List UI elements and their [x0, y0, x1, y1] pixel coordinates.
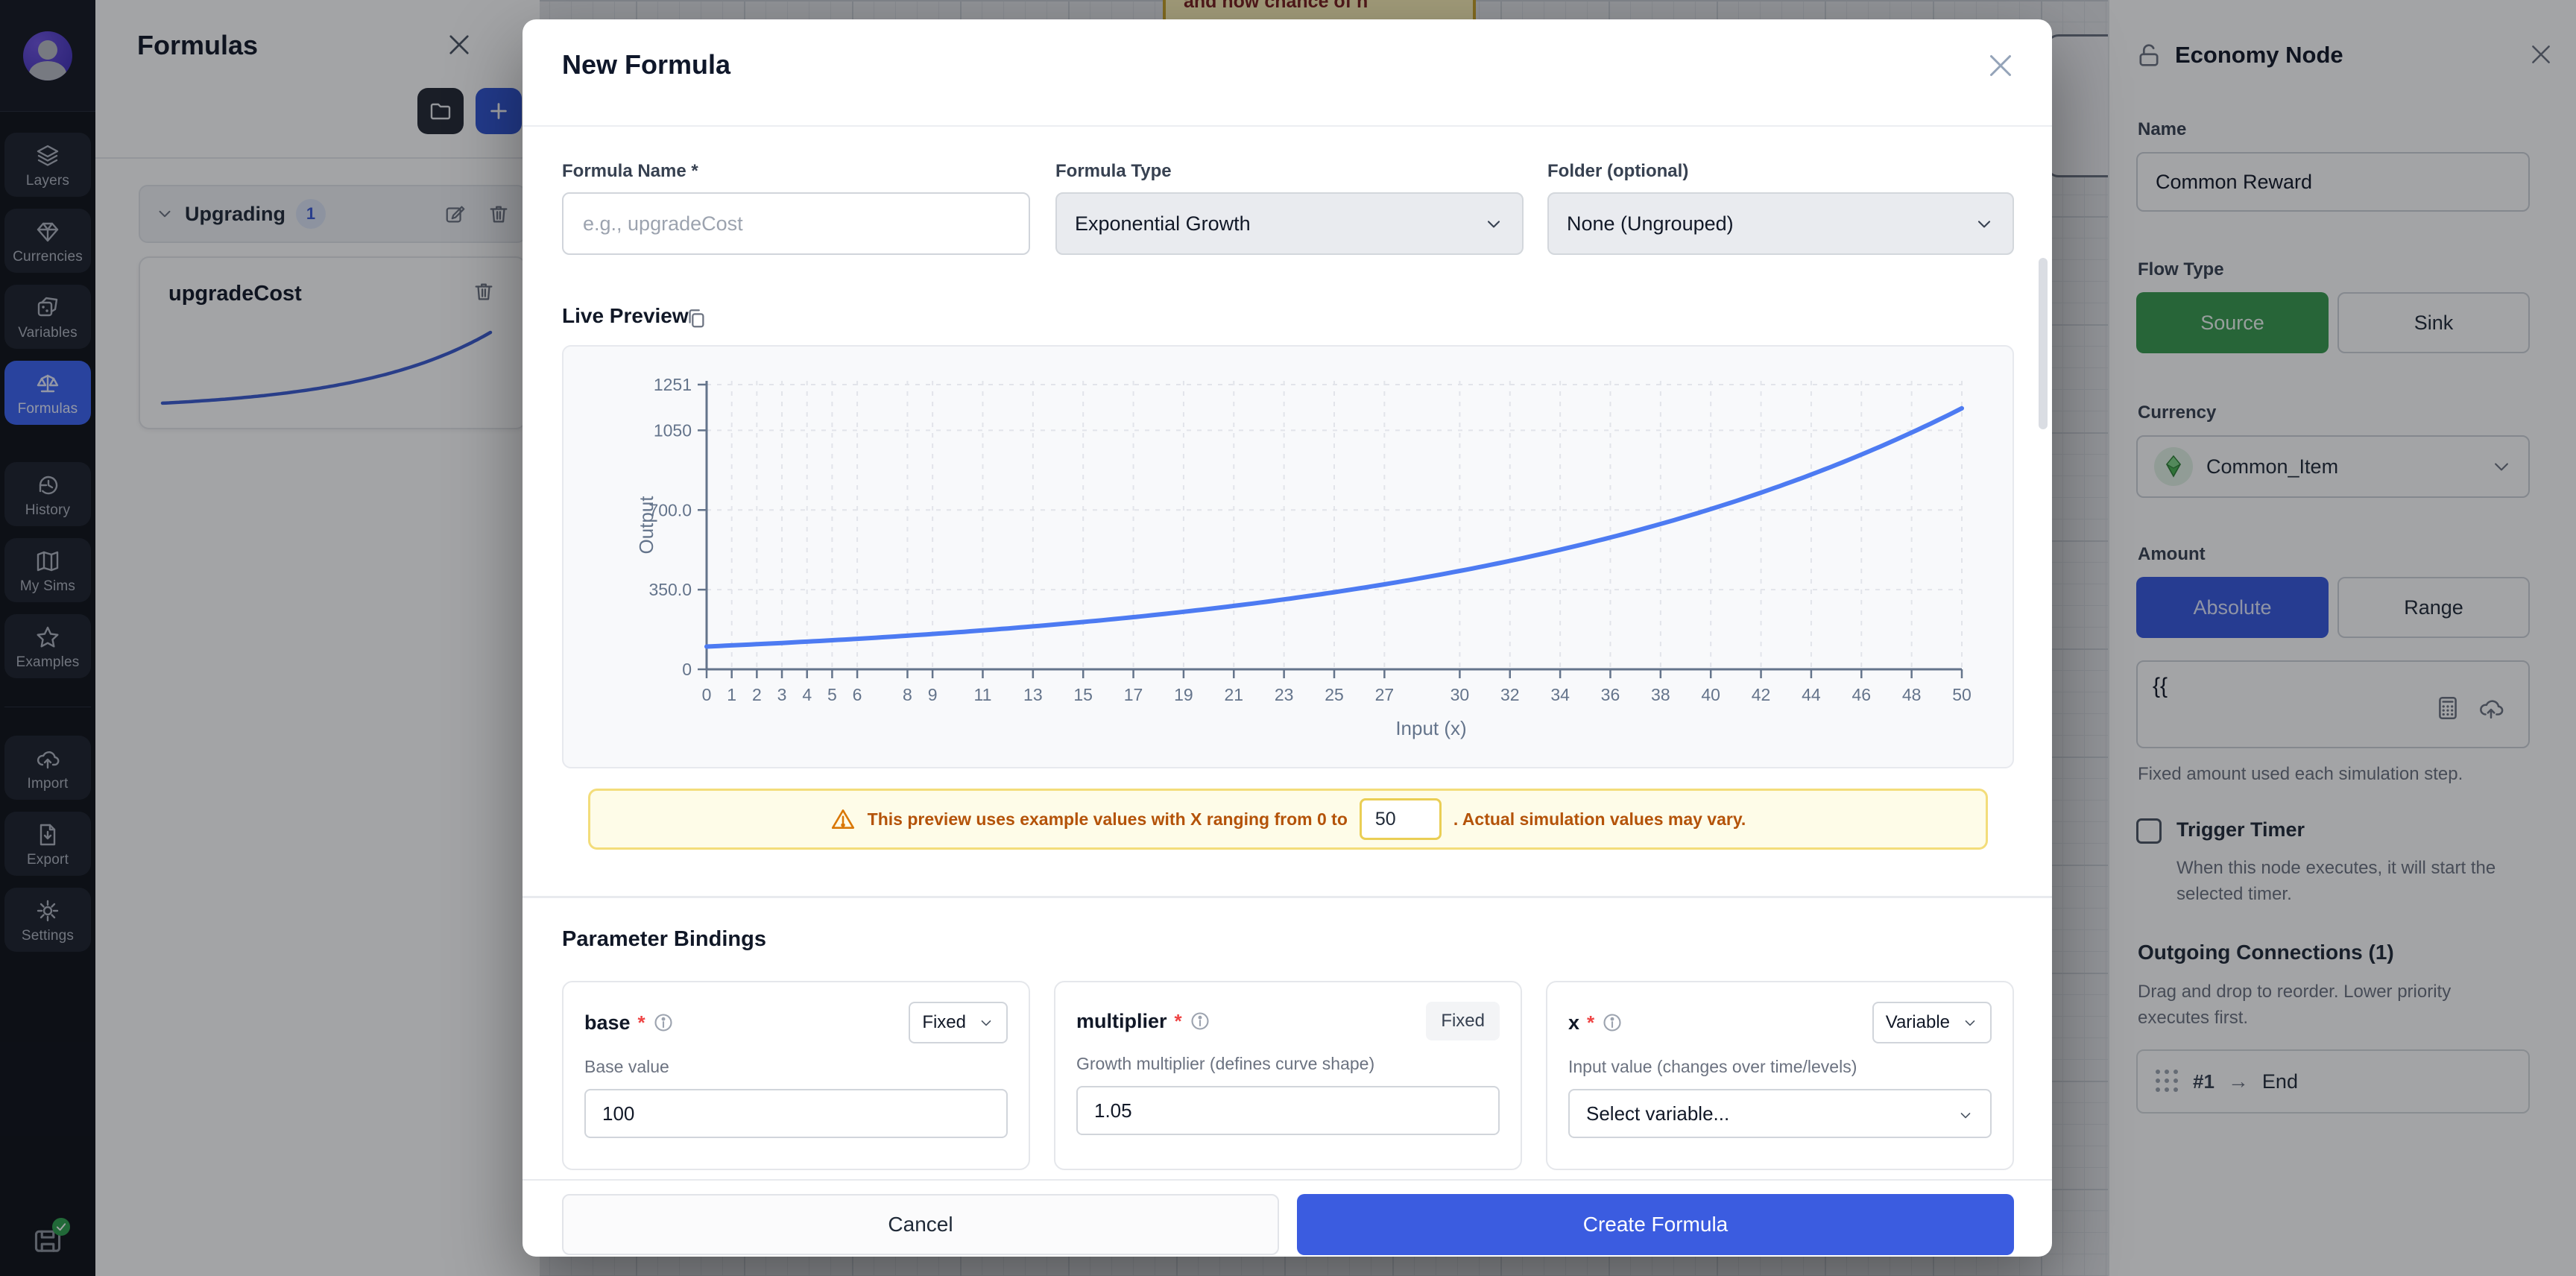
- svg-text:350.0: 350.0: [648, 580, 692, 599]
- copy-icon[interactable]: [685, 307, 707, 329]
- svg-text:34: 34: [1550, 685, 1570, 704]
- param-card-x: x * Variable Input value (changes over t…: [1546, 981, 2014, 1170]
- formula-name-label: Formula Name *: [562, 161, 698, 182]
- svg-text:9: 9: [928, 685, 938, 704]
- param-description: Input value (changes over time/levels): [1568, 1057, 1992, 1077]
- svg-text:13: 13: [1023, 685, 1043, 704]
- svg-text:21: 21: [1224, 685, 1243, 704]
- param-value-input[interactable]: 1.05: [1076, 1086, 1500, 1135]
- formula-name-input[interactable]: e.g., upgradeCost: [562, 192, 1030, 255]
- svg-text:2: 2: [752, 685, 762, 704]
- svg-text:50: 50: [1952, 685, 1972, 704]
- binding-mode-select[interactable]: Variable: [1872, 1002, 1992, 1043]
- live-preview-chart: 0123456891113151719212325273032343638404…: [562, 345, 2014, 768]
- svg-text:48: 48: [1902, 685, 1922, 704]
- divider: [523, 896, 2052, 898]
- folder-label: Folder (optional): [1547, 161, 1688, 182]
- formula-name-placeholder: e.g., upgradeCost: [583, 212, 743, 236]
- formula-type-label: Formula Type: [1055, 161, 1172, 182]
- param-value-input[interactable]: 100: [584, 1089, 1008, 1138]
- divider: [523, 125, 2052, 127]
- param-card-multiplier: multiplier * Fixed Growth multiplier (de…: [1054, 981, 1522, 1170]
- svg-text:36: 36: [1601, 685, 1620, 704]
- param-name: x: [1568, 1011, 1579, 1035]
- modal-scrollbar[interactable]: [2039, 258, 2048, 429]
- new-formula-modal: New Formula Formula Name * e.g., upgrade…: [523, 19, 2052, 1257]
- required-asterisk: *: [638, 1011, 645, 1035]
- binding-mode-select[interactable]: Fixed: [909, 1002, 1008, 1043]
- formula-type-value: Exponential Growth: [1075, 212, 1251, 236]
- preview-range-input[interactable]: 50: [1360, 798, 1442, 840]
- divider: [523, 1179, 2052, 1181]
- svg-text:38: 38: [1651, 685, 1670, 704]
- param-description: Base value: [584, 1057, 1008, 1077]
- cancel-button[interactable]: Cancel: [562, 1194, 1279, 1255]
- svg-text:17: 17: [1124, 685, 1143, 704]
- svg-text:0: 0: [682, 660, 692, 679]
- svg-text:30: 30: [1450, 685, 1470, 704]
- svg-text:23: 23: [1275, 685, 1294, 704]
- live-preview-heading: Live Preview: [562, 304, 689, 328]
- folder-select[interactable]: None (Ungrouped): [1547, 192, 2014, 255]
- binding-mode-badge: Fixed: [1426, 1002, 1500, 1040]
- variable-select[interactable]: Select variable...: [1568, 1089, 1992, 1138]
- svg-text:8: 8: [903, 685, 912, 704]
- svg-text:32: 32: [1500, 685, 1520, 704]
- param-description: Growth multiplier (defines curve shape): [1076, 1054, 1500, 1074]
- close-icon[interactable]: [1986, 51, 2015, 80]
- parameter-bindings-heading: Parameter Bindings: [562, 927, 766, 952]
- svg-text:5: 5: [827, 685, 837, 704]
- svg-text:15: 15: [1073, 685, 1093, 704]
- create-formula-button[interactable]: Create Formula: [1297, 1194, 2014, 1255]
- svg-text:1: 1: [727, 685, 736, 704]
- param-name: multiplier: [1076, 1010, 1167, 1033]
- svg-text:4: 4: [802, 685, 812, 704]
- svg-text:19: 19: [1174, 685, 1193, 704]
- svg-text:1050: 1050: [654, 420, 692, 440]
- formula-type-select[interactable]: Exponential Growth: [1055, 192, 1524, 255]
- svg-text:Input (x): Input (x): [1395, 717, 1466, 739]
- required-asterisk: *: [1175, 1010, 1182, 1033]
- chevron-down-icon: [1483, 213, 1504, 234]
- svg-text:40: 40: [1701, 685, 1720, 704]
- info-icon[interactable]: [1602, 1012, 1623, 1033]
- preview-warning: This preview uses example values with X …: [588, 789, 1988, 850]
- modal-title: New Formula: [562, 49, 730, 80]
- chevron-down-icon: [1957, 1105, 1974, 1122]
- preview-chart-svg: 0123456891113151719212325273032343638404…: [564, 347, 2012, 767]
- info-icon[interactable]: [653, 1012, 674, 1033]
- warning-text-suffix: . Actual simulation values may vary.: [1453, 809, 1746, 830]
- param-card-base: base * Fixed Base value 100: [562, 981, 1030, 1170]
- svg-text:3: 3: [777, 685, 787, 704]
- svg-text:11: 11: [974, 685, 992, 704]
- chevron-down-icon: [1962, 1014, 1978, 1031]
- svg-text:27: 27: [1375, 685, 1395, 704]
- svg-text:0: 0: [702, 685, 712, 704]
- required-asterisk: *: [1587, 1011, 1594, 1035]
- warning-text-prefix: This preview uses example values with X …: [868, 809, 1348, 830]
- chevron-down-icon: [978, 1014, 994, 1031]
- folder-value: None (Ungrouped): [1567, 212, 1734, 236]
- param-name: base: [584, 1011, 631, 1035]
- chevron-down-icon: [1974, 213, 1995, 234]
- warning-icon: [830, 806, 856, 832]
- svg-text:1251: 1251: [654, 375, 692, 394]
- svg-text:44: 44: [1802, 685, 1821, 704]
- svg-text:46: 46: [1852, 685, 1871, 704]
- info-icon[interactable]: [1190, 1011, 1210, 1032]
- svg-text:Output: Output: [635, 496, 657, 555]
- svg-text:42: 42: [1752, 685, 1771, 704]
- svg-text:25: 25: [1325, 685, 1344, 704]
- svg-text:6: 6: [853, 685, 862, 704]
